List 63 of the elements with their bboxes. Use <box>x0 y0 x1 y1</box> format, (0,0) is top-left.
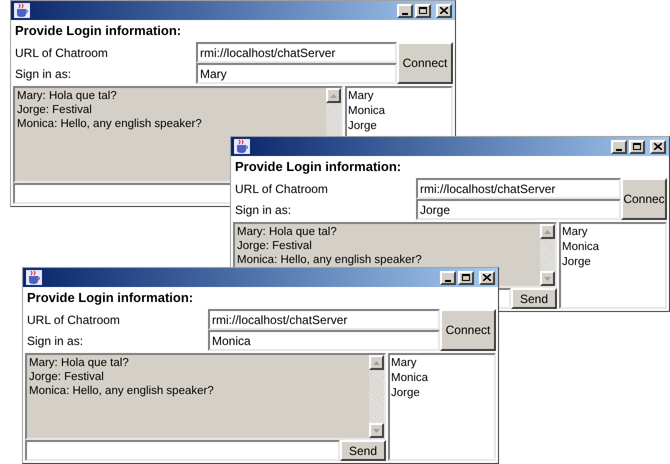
maximize-button[interactable] <box>415 4 431 18</box>
login-heading: Provide Login information: <box>26 289 194 308</box>
maximize-button[interactable] <box>629 140 645 154</box>
user-item[interactable]: Jorge <box>562 255 664 270</box>
login-heading: Provide Login information: <box>234 158 402 176</box>
message-input[interactable] <box>25 440 340 461</box>
send-button[interactable]: Send <box>340 440 386 461</box>
user-item[interactable]: Mary <box>562 225 664 240</box>
send-button[interactable]: Send <box>511 288 557 309</box>
sign-in-label: Sign in as: <box>14 66 72 82</box>
scroll-up-button[interactable] <box>369 355 384 370</box>
cup-icon <box>234 139 250 154</box>
minimize-button[interactable] <box>440 270 456 284</box>
name-field[interactable]: Monica <box>208 330 440 351</box>
chat-message: Monica: Hello, any english speaker? <box>237 253 423 267</box>
login-heading: Provide Login information: <box>14 22 182 40</box>
close-button[interactable] <box>436 4 452 18</box>
connect-button[interactable]: Connect <box>397 42 453 84</box>
close-icon <box>483 274 491 281</box>
user-item[interactable]: Jorge <box>348 119 450 134</box>
url-label: URL of Chatroom <box>14 44 109 62</box>
scroll-up-button[interactable] <box>326 88 341 103</box>
user-item[interactable]: Mary <box>348 89 450 104</box>
cup-icon <box>14 3 30 18</box>
url-field[interactable]: rmi://localhost/chatServer <box>416 178 621 199</box>
url-field[interactable]: rmi://localhost/chatServer <box>208 309 440 330</box>
chat-message: Jorge: Festival <box>17 103 93 117</box>
maximize-button[interactable] <box>458 270 474 284</box>
name-field[interactable]: Jorge <box>416 199 621 220</box>
chat-message: Mary: Hola que tal? <box>237 225 338 239</box>
sign-in-label: Sign in as: <box>234 202 292 218</box>
connect-button[interactable]: Connec <box>621 178 667 220</box>
user-item[interactable]: Monica <box>348 104 450 119</box>
triangle-up-icon <box>330 94 337 98</box>
cup-icon <box>26 270 42 285</box>
name-field[interactable]: Mary <box>196 63 397 84</box>
chat-message: Jorge: Festival <box>29 370 105 384</box>
close-icon <box>654 143 662 150</box>
user-item[interactable]: Mary <box>391 356 493 371</box>
sign-in-label: Sign in as: <box>26 332 84 350</box>
scroll-down-button[interactable] <box>540 271 555 286</box>
triangle-up-icon <box>544 230 551 234</box>
minimize-button[interactable] <box>611 140 627 154</box>
chat-message: Jorge: Festival <box>237 239 313 253</box>
chat-message: Monica: Hello, any english speaker? <box>17 117 203 131</box>
close-button[interactable] <box>479 270 495 284</box>
triangle-up-icon <box>373 360 380 364</box>
url-label: URL of Chatroom <box>26 312 121 328</box>
triangle-down-icon <box>373 428 380 432</box>
chat-message: Mary: Hola que tal? <box>29 356 130 370</box>
scroll-down-button[interactable] <box>369 423 384 438</box>
minimize-button[interactable] <box>397 4 413 18</box>
close-button[interactable] <box>650 140 666 154</box>
connect-button[interactable]: Connect <box>440 309 496 351</box>
url-field[interactable]: rmi://localhost/chatServer <box>196 42 397 63</box>
chat-message: Monica: Hello, any english speaker? <box>29 384 215 398</box>
user-item[interactable]: Jorge <box>391 386 493 401</box>
scroll-up-button[interactable] <box>540 224 555 239</box>
user-item[interactable]: Monica <box>391 371 493 386</box>
chat-message: Mary: Hola que tal? <box>17 89 118 103</box>
user-item[interactable]: Monica <box>562 240 664 255</box>
triangle-down-icon <box>544 276 551 280</box>
close-icon <box>440 7 448 14</box>
